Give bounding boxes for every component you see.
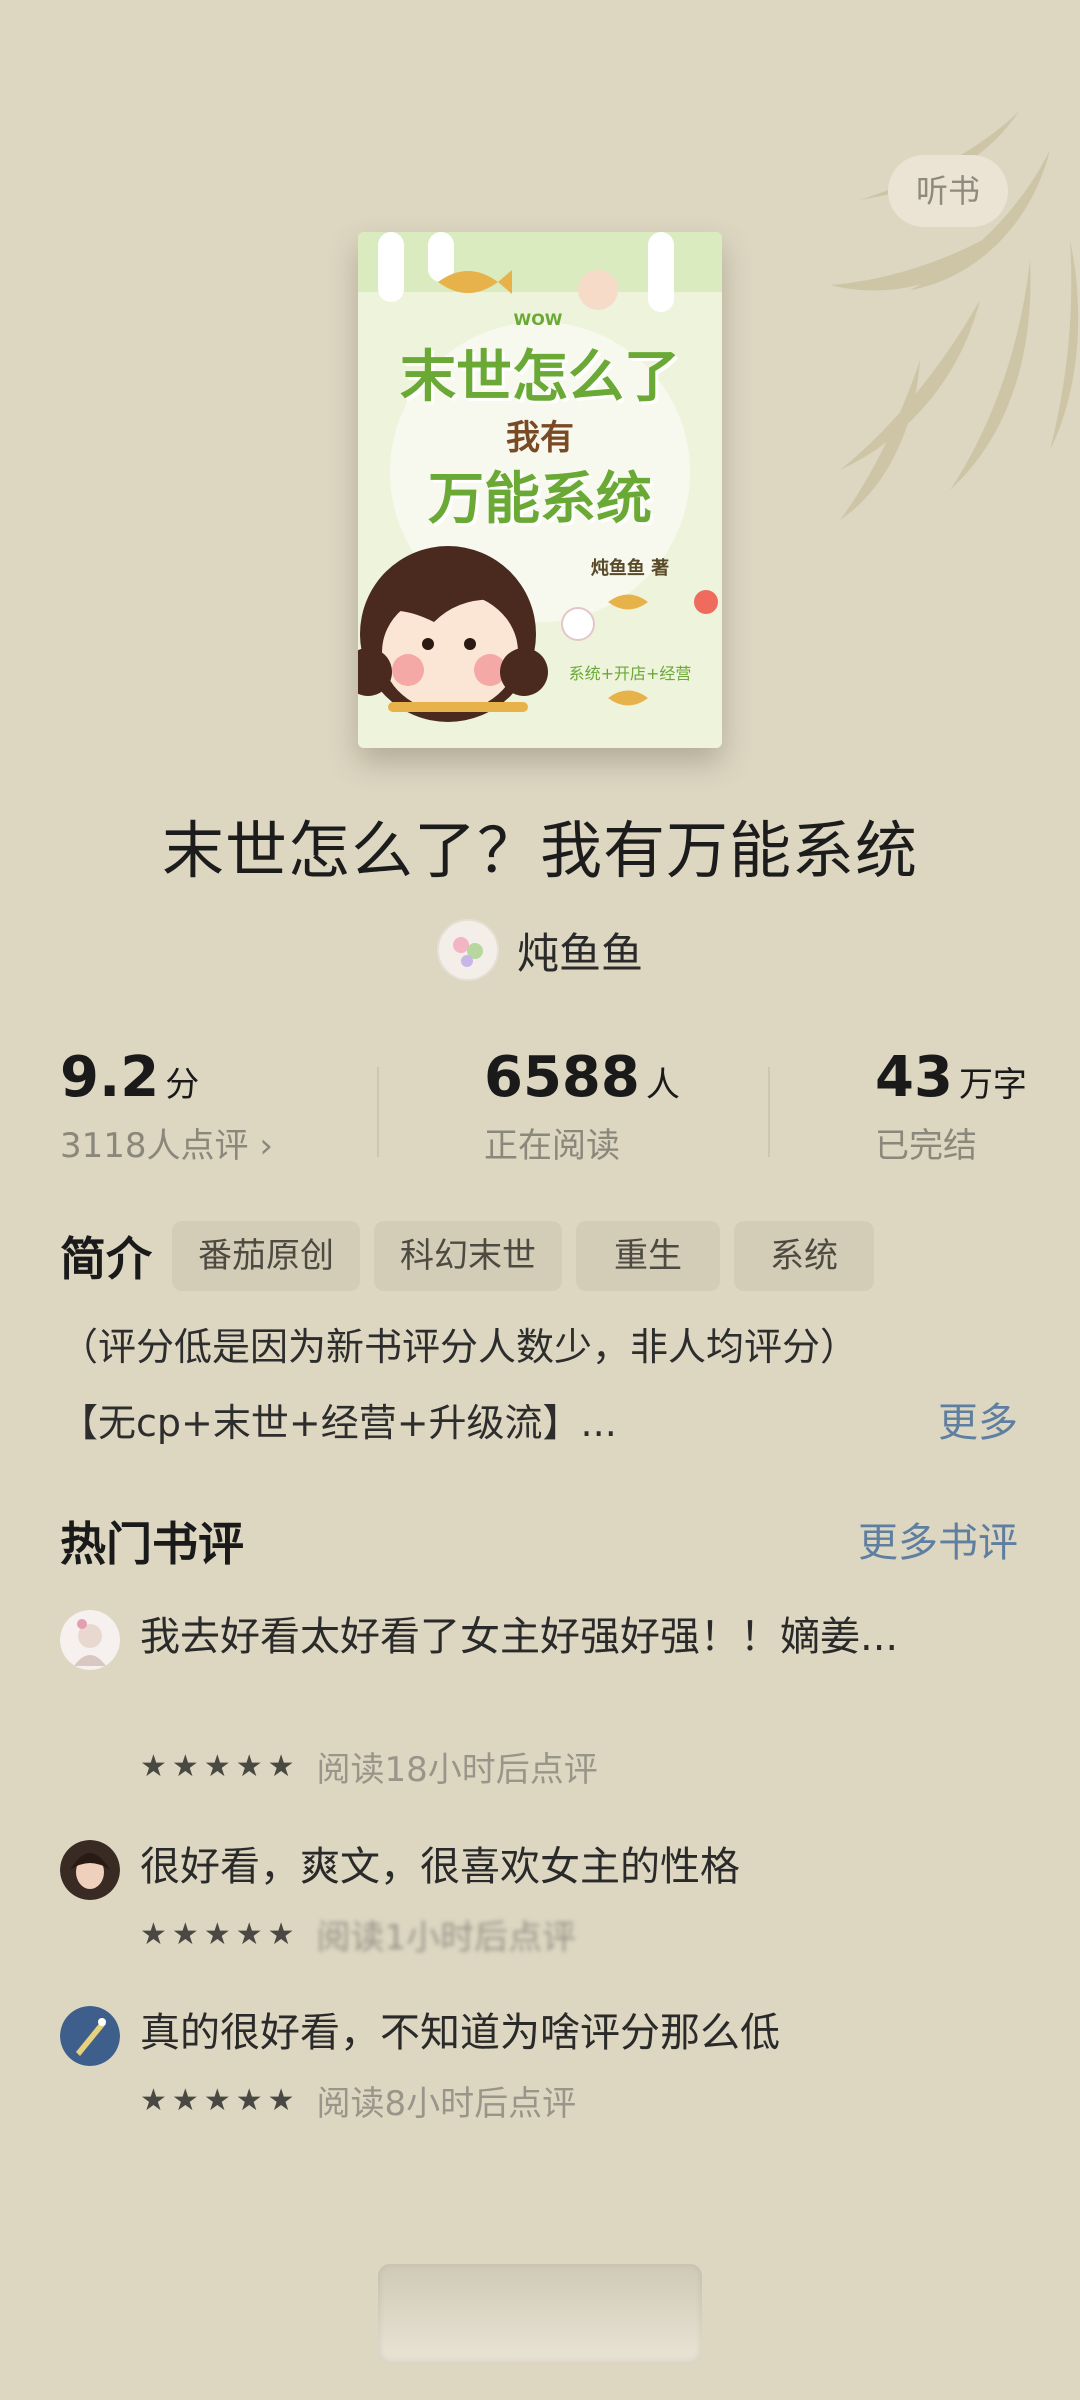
reviewer-avatar[interactable] (60, 1610, 120, 1670)
star-icon: ★ (140, 1748, 167, 1784)
words-stat: 43 万字 已完结 (875, 1045, 1027, 1167)
words-value: 43 (875, 1045, 953, 1110)
star-rating: ★ ★ ★ ★ ★ (140, 1916, 295, 1952)
tag-chip[interactable]: 科幻末世 (374, 1221, 562, 1291)
stat-divider (377, 1067, 379, 1157)
cover-tagline: 系统+开店+经营 (568, 664, 692, 683)
intro-header: 简介 番茄原创 科幻末世 重生 系统 (60, 1220, 874, 1292)
author-avatar[interactable] (436, 919, 499, 981)
review-note: 阅读18小时后点评 (316, 1750, 598, 1790)
review-note: 阅读8小时后点评 (316, 2084, 577, 2124)
review-meta: ★ ★ ★ ★ ★ 阅读1小时后点评 (140, 1910, 576, 1959)
tag-chip[interactable]: 重生 (576, 1221, 720, 1291)
intro-line-1: （评分低是因为新书评分人数少，非人均评分） (60, 1325, 859, 1369)
author-row[interactable]: 炖鱼鱼 (0, 918, 1080, 982)
review-text: 真的很好看，不知道为啥评分那么低 (140, 2010, 780, 2056)
star-icon: ★ (171, 1916, 199, 1952)
intro-label: 简介 (60, 1232, 152, 1286)
rating-value: 9.2 (60, 1045, 160, 1110)
tag-chip[interactable]: 番茄原创 (172, 1221, 360, 1291)
cover-title-line1: 末世怎么了 (400, 345, 680, 410)
book-cover[interactable]: WOW 末世怎么了 我有 万能系统 炖鱼鱼 著 系统+开店+经营 (358, 232, 722, 748)
star-icon: ★ (203, 1916, 231, 1952)
cover-title-line2: 我有 (506, 418, 574, 458)
star-icon: ★ (267, 2082, 295, 2118)
rating-count[interactable]: 3118人点评 › (60, 1118, 273, 1167)
star-icon: ★ (235, 1748, 263, 1784)
cover-author: 炖鱼鱼 著 (590, 558, 670, 579)
cover-wow: WOW (513, 310, 563, 329)
star-icon: ★ (171, 1748, 199, 1784)
star-rating: ★ ★ ★ ★ ★ (140, 2082, 295, 2118)
reviewer-avatar[interactable] (60, 2006, 120, 2066)
words-unit: 万字 (958, 1065, 1027, 1105)
reviewer-avatar[interactable] (60, 1840, 120, 1900)
review-note: 阅读1小时后点评 (316, 1918, 577, 1958)
review-item[interactable]: 我去好看太好看了女主好强好强！！嫡姜... ★ ★ ★ ★ ★ 阅读18小时后点评 (60, 1606, 1020, 1790)
star-icon: ★ (267, 1748, 295, 1784)
star-icon: ★ (267, 1916, 295, 1952)
readers-value: 6588 (484, 1045, 640, 1110)
hot-reviews-title: 热门书评 (60, 1517, 244, 1571)
intro-line-2: 【无cp+末世+经营+升级流】... (60, 1401, 617, 1445)
listen-button[interactable]: 听书 (888, 155, 1008, 227)
star-icon: ★ (203, 2082, 231, 2118)
book-title: 末世怎么了？我有万能系统 (161, 814, 918, 887)
rating-unit: 分 (165, 1065, 200, 1105)
star-rating: ★ ★ ★ ★ ★ (140, 1748, 295, 1784)
stats-row: 9.2 分 3118人点评 › 6588 人 正在阅读 43 万字 已完结 (0, 1045, 1080, 1175)
bottom-book-shelf-handle[interactable] (378, 2264, 702, 2364)
review-meta: ★ ★ ★ ★ ★ 阅读8小时后点评 (140, 2076, 576, 2125)
star-icon: ★ (171, 2082, 199, 2118)
review-item[interactable]: 真的很好看，不知道为啥评分那么低 ★ ★ ★ ★ ★ 阅读8小时后点评 (60, 2002, 1020, 2125)
readers-label: 正在阅读 (484, 1126, 620, 1166)
star-icon: ★ (140, 1916, 167, 1952)
stat-divider (768, 1067, 770, 1157)
more-reviews-link[interactable]: 更多书评 (858, 1510, 1018, 1568)
star-icon: ★ (235, 2082, 263, 2118)
review-meta: ★ ★ ★ ★ ★ 阅读18小时后点评 (140, 1742, 598, 1791)
cover-title-line3: 万能系统 (428, 467, 652, 532)
rating-stat[interactable]: 9.2 分 3118人点评 › (60, 1045, 273, 1167)
review-text: 很好看，爽文，很喜欢女主的性格 (140, 1844, 740, 1890)
tag-chip[interactable]: 系统 (734, 1221, 874, 1291)
author-name[interactable]: 炖鱼鱼 (517, 920, 643, 981)
star-icon: ★ (235, 1916, 263, 1952)
intro-more-link[interactable]: 更多 (938, 1390, 1018, 1448)
readers-unit: 人 (645, 1065, 680, 1105)
star-icon: ★ (140, 2082, 167, 2118)
star-icon: ★ (203, 1748, 231, 1784)
review-item[interactable]: 很好看，爽文，很喜欢女主的性格 ★ ★ ★ ★ ★ 阅读1小时后点评 (60, 1836, 1020, 1959)
completion-status: 已完结 (875, 1126, 977, 1166)
review-text: 我去好看太好看了女主好强好强！！嫡姜... (140, 1614, 899, 1660)
readers-stat: 6588 人 正在阅读 (484, 1045, 680, 1167)
